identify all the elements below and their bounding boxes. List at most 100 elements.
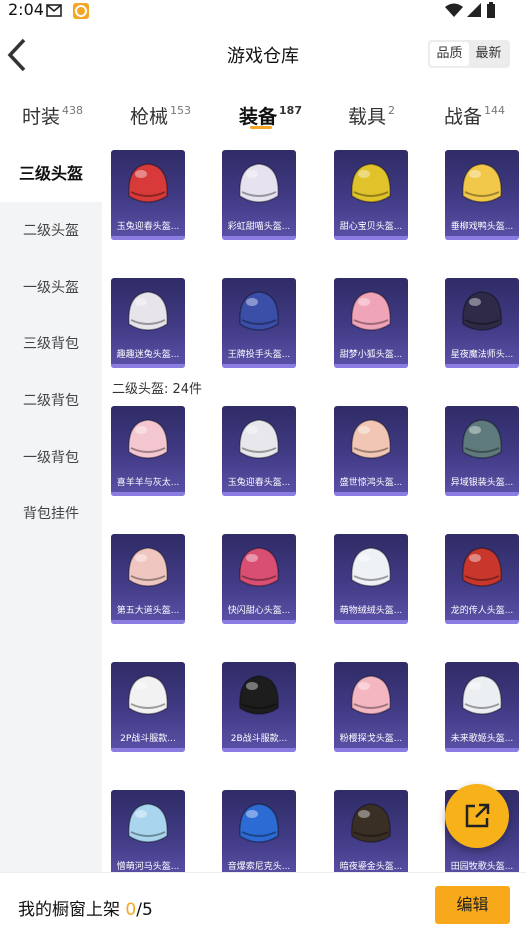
sort-toggle: 品质 最新 (428, 40, 510, 68)
helmet-icon (128, 547, 168, 587)
helmet-icon (462, 291, 502, 331)
item-card[interactable]: 暗夜鎏金头盔... (334, 790, 408, 872)
tab-label: 载具 (348, 106, 387, 128)
rarity-bar (445, 620, 519, 624)
item-card[interactable]: 王牌投手头盔... (222, 278, 296, 368)
showcase-label: 我的橱窗上架 0/5 (18, 895, 153, 920)
item-name: 憎萌河马头盔... (116, 862, 180, 872)
helmet-icon (462, 675, 502, 715)
item-name: 垂柳戏鸭头盔... (450, 222, 514, 232)
item-name: 趣趣迷兔头盔... (116, 350, 180, 360)
rarity-bar (222, 492, 296, 496)
sidebar: 三级头盔 二级头盔 一级头盔 三级背包 二级背包 一级背包 背包挂件 (0, 146, 102, 872)
helmet-icon (351, 419, 391, 459)
item-card[interactable]: 2B战斗服款... (222, 662, 296, 752)
item-card[interactable]: 快闪甜心头盔... (222, 534, 296, 624)
item-name: 王牌投手头盔... (227, 350, 291, 360)
tab-supplies[interactable]: 战备 144 (444, 102, 505, 129)
helmet-icon (351, 163, 391, 203)
share-button[interactable] (445, 784, 509, 848)
mail-icon (46, 4, 62, 17)
helmet-icon (128, 419, 168, 459)
sidebar-item-level2-helmet[interactable]: 二级头盔 (0, 203, 102, 259)
helmet-icon (351, 675, 391, 715)
helmet-icon (351, 291, 391, 331)
section-label-level2-helmet: 二级头盔: 24件 (112, 382, 203, 397)
rarity-bar (222, 620, 296, 624)
item-card[interactable]: 粉樱探戈头盔... (334, 662, 408, 752)
status-bar: 2:04 (0, 0, 526, 22)
sort-quality-button[interactable]: 品质 (430, 42, 469, 66)
sidebar-item-level1-backpack[interactable]: 一级背包 (0, 430, 102, 486)
item-card[interactable]: 未来歌姬头盔... (445, 662, 519, 752)
rarity-bar (111, 492, 185, 496)
battery-icon (487, 2, 495, 18)
helmet-icon (239, 291, 279, 331)
item-card[interactable]: 异域银装头盔... (445, 406, 519, 496)
item-card[interactable]: 音爆索尼克头... (222, 790, 296, 872)
helmet-icon (239, 419, 279, 459)
helmet-icon (462, 163, 502, 203)
rarity-bar (334, 236, 408, 240)
helmet-icon (462, 547, 502, 587)
item-card[interactable]: 星夜魔法师头... (445, 278, 519, 368)
tab-vehicles[interactable]: 载具 2 (348, 102, 395, 129)
app-notification-icon (73, 3, 89, 19)
sidebar-item-level3-helmet[interactable]: 三级头盔 (0, 146, 102, 202)
item-name: 盛世惊鸿头盔... (339, 478, 403, 488)
item-card[interactable]: 萌物绒绒头盔... (334, 534, 408, 624)
item-card[interactable]: 甜心宝贝头盔... (334, 150, 408, 240)
helmet-icon (462, 419, 502, 459)
sidebar-item-level2-backpack[interactable]: 二级背包 (0, 373, 102, 429)
item-name: 粉樱探戈头盔... (339, 734, 403, 744)
item-card[interactable]: 垂柳戏鸭头盔... (445, 150, 519, 240)
sidebar-item-level3-backpack[interactable]: 三级背包 (0, 316, 102, 372)
helmet-icon (239, 675, 279, 715)
sidebar-item-backpack-charm[interactable]: 背包挂件 (0, 486, 102, 542)
item-name: 星夜魔法师头... (450, 350, 514, 360)
rarity-bar (334, 620, 408, 624)
item-card[interactable]: 甜梦小狐头盔... (334, 278, 408, 368)
tab-guns[interactable]: 枪械 153 (130, 102, 191, 129)
rarity-bar (445, 364, 519, 368)
tab-label: 战备 (444, 106, 483, 128)
rarity-bar (445, 492, 519, 496)
showcase-count: 0 (125, 900, 137, 920)
tab-count: 153 (170, 104, 192, 117)
tab-fashion[interactable]: 时装 438 (22, 102, 83, 129)
sort-newest-button[interactable]: 最新 (469, 42, 508, 66)
item-card[interactable]: 趣趣迷兔头盔... (111, 278, 185, 368)
item-name: 第五大道头盔... (116, 606, 180, 616)
item-card[interactable]: 玉兔迎春头盔... (111, 150, 185, 240)
item-name: 2B战斗服款... (230, 734, 288, 744)
tab-label: 时装 (22, 106, 61, 128)
item-name: 玉兔迎春头盔... (227, 478, 291, 488)
showcase-text: 我的橱窗上架 (18, 900, 120, 920)
item-card[interactable]: 龙的传人头盔... (445, 534, 519, 624)
item-card[interactable]: 彩虹甜喵头盔... (222, 150, 296, 240)
rarity-bar (222, 748, 296, 752)
item-card[interactable]: 2P战斗服款... (111, 662, 185, 752)
tab-equipment[interactable]: 装备 187 (239, 102, 302, 129)
item-name: 田园牧歌头盔... (450, 862, 514, 872)
rarity-bar (111, 748, 185, 752)
external-link-icon (465, 803, 490, 828)
item-grid: 二级头盔: 24件 玉兔迎春头盔... 彩虹甜喵头盔... 甜心宝贝头盔... 垂柳戏… (102, 146, 526, 872)
edit-button[interactable]: 编辑 (435, 886, 510, 924)
item-card[interactable]: 第五大道头盔... (111, 534, 185, 624)
item-card[interactable]: 憎萌河马头盔... (111, 790, 185, 872)
tab-count: 2 (388, 104, 396, 117)
item-card[interactable]: 喜羊羊与灰太... (111, 406, 185, 496)
sidebar-item-level1-helmet[interactable]: 一级头盔 (0, 260, 102, 316)
item-card[interactable]: 玉兔迎春头盔... (222, 406, 296, 496)
helmet-icon (239, 163, 279, 203)
item-name: 2P战斗服款... (120, 734, 176, 744)
rarity-bar (445, 748, 519, 752)
wifi-icon (445, 3, 463, 17)
rarity-bar (445, 236, 519, 240)
helmet-icon (128, 291, 168, 331)
item-card[interactable]: 盛世惊鸿头盔... (334, 406, 408, 496)
item-name: 音爆索尼克头... (227, 862, 291, 872)
helmet-icon (239, 803, 279, 843)
helmet-icon (128, 803, 168, 843)
